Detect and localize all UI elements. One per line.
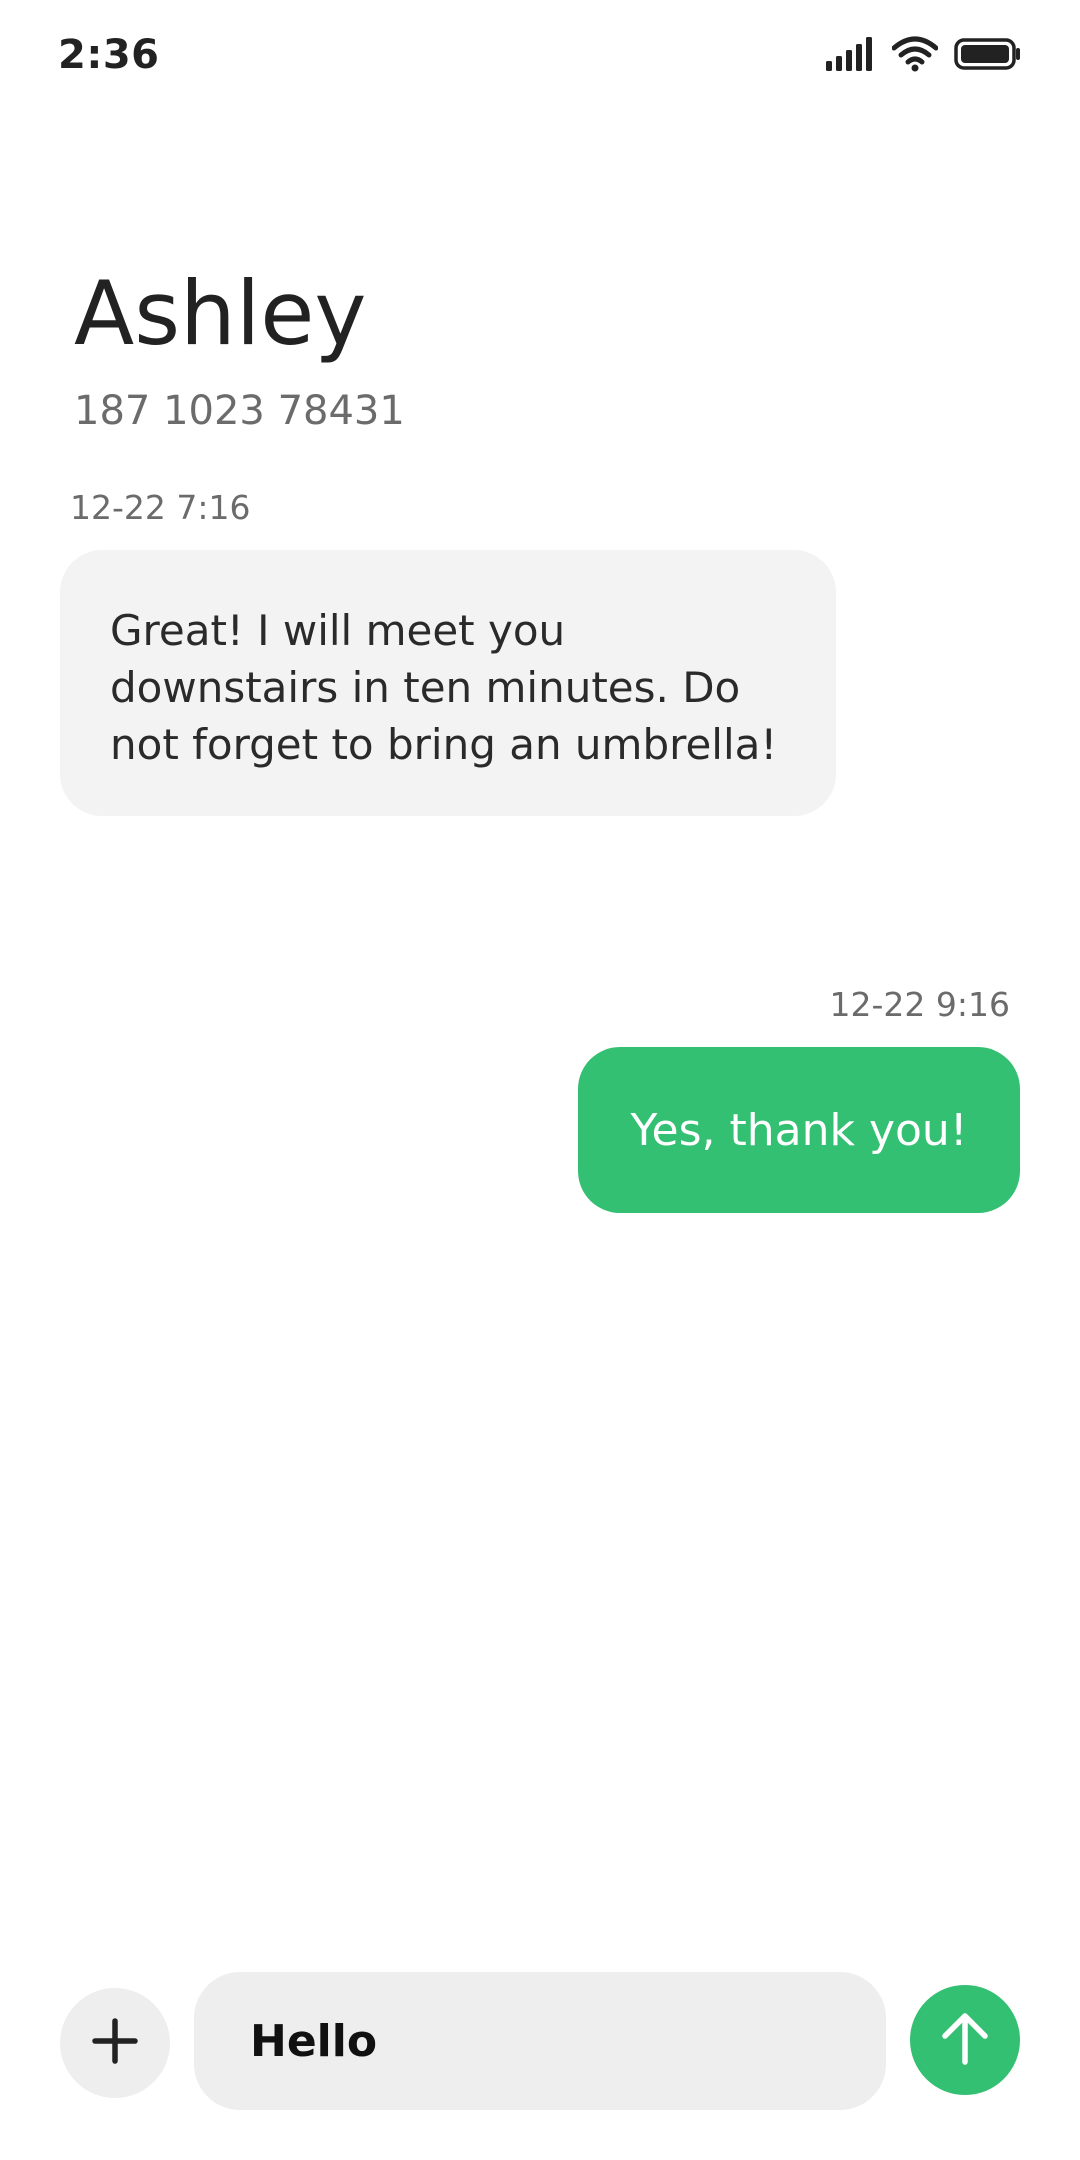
contact-name: Ashley (74, 262, 367, 365)
status-icons (826, 36, 1022, 76)
arrow-up-icon (939, 2010, 991, 2070)
signal-icon (826, 37, 876, 75)
message-input[interactable] (194, 1972, 886, 2110)
outgoing-message-text: Yes, thank you! (630, 1104, 968, 1156)
message-timestamp-outgoing: 12-22 9:16 (829, 985, 1011, 1024)
outgoing-message-bubble[interactable]: Yes, thank you! (578, 1047, 1020, 1213)
status-bar: 2:36 (0, 0, 1080, 112)
plus-icon (91, 2017, 139, 2069)
send-button[interactable] (910, 1985, 1020, 2095)
battery-icon (954, 38, 1022, 74)
message-timestamp-incoming: 12-22 7:16 (70, 488, 251, 527)
contact-number: 187 1023 78431 (74, 388, 405, 434)
status-time: 2:36 (58, 32, 160, 78)
incoming-message-bubble[interactable]: Great! I will meet you downstairs in ten… (60, 550, 836, 816)
wifi-icon (891, 36, 939, 76)
add-attachment-button[interactable] (60, 1988, 170, 2098)
